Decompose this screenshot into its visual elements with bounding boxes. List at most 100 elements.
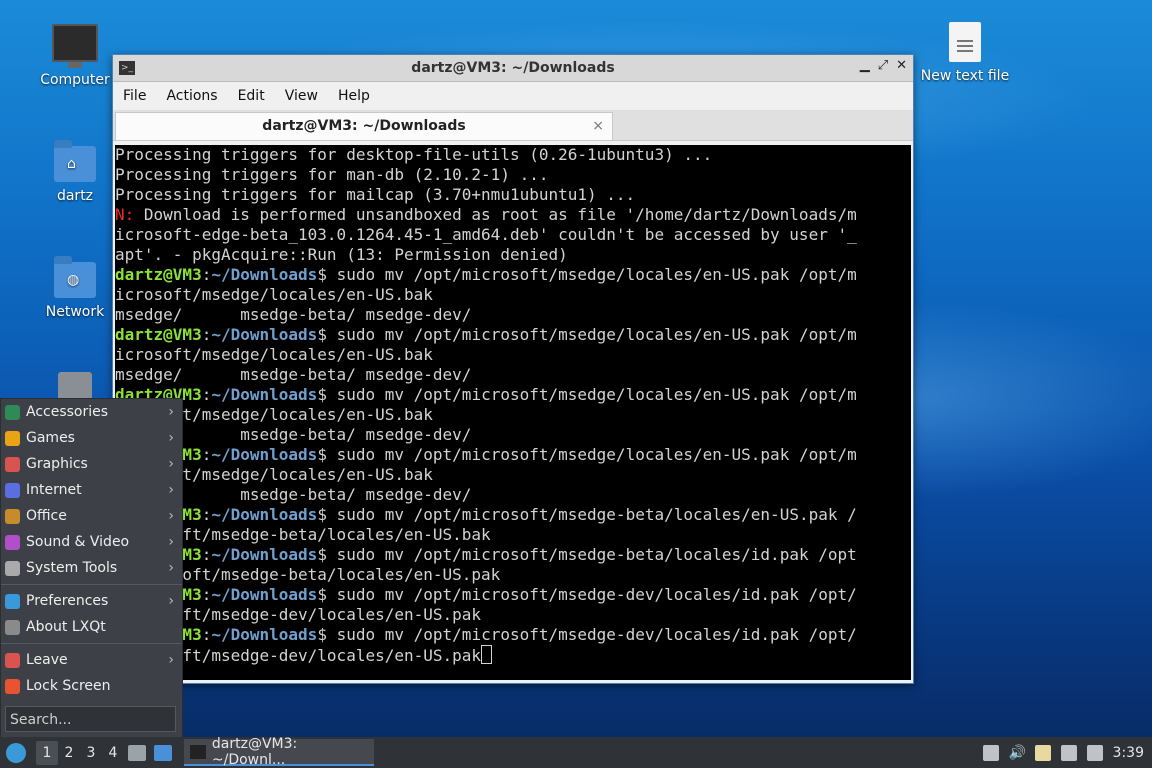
menu-item-graphics[interactable]: Graphics › bbox=[1, 451, 182, 477]
terminal-line: /microsoft/msedge-beta/locales/en-US.pak bbox=[115, 565, 911, 585]
terminal-text: ~/Downloads bbox=[211, 545, 318, 564]
terminal-text: $ sudo mv /opt/microsoft/msedge-dev/loca… bbox=[317, 585, 857, 604]
volume-icon[interactable]: 🔊 bbox=[1009, 745, 1026, 761]
terminal-line: Processing triggers for man-db (2.10.2-1… bbox=[115, 165, 911, 185]
terminal-tab[interactable]: dartz@VM3: ~/Downloads × bbox=[115, 112, 613, 140]
terminal-line: dartz@VM3:~/Downloads$ sudo mv /opt/micr… bbox=[115, 325, 911, 345]
terminal-text: : bbox=[201, 385, 212, 404]
terminal-text: ~/Downloads bbox=[211, 265, 318, 284]
terminal-text: Download is performed unsandboxed as roo… bbox=[134, 205, 857, 224]
clipboard-icon[interactable] bbox=[982, 744, 999, 761]
tab-bar: dartz@VM3: ~/Downloads × bbox=[113, 110, 913, 141]
terminal-window: >_ dartz@VM3: ~/Downloads ▁ ⤢ ✕ File Act… bbox=[112, 54, 914, 684]
terminal-text: : bbox=[201, 445, 212, 464]
desktop-icon-label: dartz bbox=[56, 188, 94, 204]
terminal-line: dartz@VM3:~/Downloads$ sudo mv /opt/micr… bbox=[115, 445, 911, 465]
menu-item-label: Preferences bbox=[26, 593, 109, 609]
menu-item-label: Games bbox=[26, 430, 75, 446]
office-icon bbox=[5, 508, 20, 524]
internet-icon bbox=[5, 482, 20, 498]
preferences-icon bbox=[5, 593, 20, 609]
terminal-text: Processing triggers for man-db (2.10.2-1… bbox=[115, 165, 549, 184]
menu-item-preferences[interactable]: Preferences › bbox=[1, 588, 182, 614]
menu-item-office[interactable]: Office › bbox=[1, 503, 182, 529]
menu-actions[interactable]: Actions bbox=[156, 88, 227, 104]
terminal-line: dartz@VM3:~/Downloads$ sudo mv /opt/micr… bbox=[115, 545, 911, 565]
desktop-icon-home-folder[interactable]: ⌂ dartz bbox=[30, 140, 120, 204]
menu-item-label: Sound & Video bbox=[26, 534, 130, 550]
terminal-text: ~/Downloads bbox=[211, 385, 318, 404]
text-cursor bbox=[481, 645, 493, 664]
taskbar: 1 2 3 4 dartz@VM3: ~/Downl... 🔊 3:39 bbox=[0, 736, 1152, 768]
menu-help[interactable]: Help bbox=[328, 88, 380, 104]
terminal-text: $ sudo mv /opt/microsoft/msedge/locales/… bbox=[317, 325, 857, 344]
submenu-arrow-icon: › bbox=[168, 508, 174, 524]
network-icon[interactable] bbox=[1060, 744, 1077, 761]
menu-item-system-tools[interactable]: System Tools › bbox=[1, 555, 182, 581]
submenu-arrow-icon: › bbox=[168, 560, 174, 576]
submenu-arrow-icon: › bbox=[168, 404, 174, 420]
desktop-icon-network[interactable]: ◍ Network bbox=[30, 256, 120, 320]
menubar: File Actions Edit View Help bbox=[113, 82, 913, 110]
terminal-text: ~/Downloads bbox=[211, 585, 318, 604]
tab-close-icon[interactable]: × bbox=[592, 113, 604, 140]
terminal-output[interactable]: Processing triggers for desktop-file-uti… bbox=[115, 145, 911, 680]
clock[interactable]: 3:39 bbox=[1113, 745, 1144, 761]
menu-item-about-lxqt[interactable]: About LXQt bbox=[1, 614, 182, 640]
menu-separator bbox=[1, 584, 182, 585]
notes-icon[interactable] bbox=[1034, 744, 1051, 761]
menu-item-accessories[interactable]: Accessories › bbox=[1, 399, 182, 425]
workspace-4[interactable]: 4 bbox=[102, 741, 124, 765]
menu-item-games[interactable]: Games › bbox=[1, 425, 182, 451]
file-manager-icon[interactable] bbox=[128, 744, 146, 761]
workspace-2[interactable]: 2 bbox=[58, 741, 80, 765]
graphics-icon bbox=[5, 456, 20, 472]
maximize-icon[interactable]: ⤢ bbox=[878, 58, 888, 73]
terminal-line: msedge/ msedge-beta/ msedge-dev/ bbox=[115, 425, 911, 445]
sound-video-icon bbox=[5, 534, 20, 550]
menu-search-input[interactable]: Search... bbox=[5, 706, 176, 732]
menu-item-label: About LXQt bbox=[26, 619, 106, 635]
terminal-text: N: bbox=[115, 205, 135, 224]
menu-item-lock-screen[interactable]: Lock Screen bbox=[1, 673, 182, 699]
menu-item-internet[interactable]: Internet › bbox=[1, 477, 182, 503]
terminal-text: $ sudo mv /opt/microsoft/msedge/locales/… bbox=[317, 385, 857, 404]
desktop-icon-computer[interactable]: Computer bbox=[30, 24, 120, 88]
terminal-text: msedge/ msedge-beta/ msedge-dev/ bbox=[115, 365, 472, 384]
menu-edit[interactable]: Edit bbox=[228, 88, 275, 104]
desktop-icon-new-text-file[interactable]: New text file bbox=[920, 22, 1010, 84]
text-file-icon bbox=[949, 22, 981, 62]
terminal-line: Processing triggers for mailcap (3.70+nm… bbox=[115, 185, 911, 205]
menu-item-label: Internet bbox=[26, 482, 82, 498]
menu-item-sound-video[interactable]: Sound & Video › bbox=[1, 529, 182, 555]
menu-item-leave[interactable]: Leave › bbox=[1, 647, 182, 673]
terminal-line: Processing triggers for desktop-file-uti… bbox=[115, 145, 911, 165]
menu-view[interactable]: View bbox=[275, 88, 328, 104]
terminal-text: icrosoft-edge-beta_103.0.1264.45-1_amd64… bbox=[115, 225, 857, 244]
terminal-line: icrosoft/msedge/locales/en-US.bak bbox=[115, 405, 911, 425]
terminal-line: dartz@VM3:~/Downloads$ sudo mv /opt/micr… bbox=[115, 385, 911, 405]
terminal-line: microsoft/msedge-dev/locales/en-US.pak bbox=[115, 645, 911, 665]
close-icon[interactable]: ✕ bbox=[896, 58, 907, 73]
menu-file[interactable]: File bbox=[113, 88, 156, 104]
minimize-icon[interactable]: ▁ bbox=[860, 58, 870, 73]
window-titlebar[interactable]: >_ dartz@VM3: ~/Downloads ▁ ⤢ ✕ bbox=[113, 55, 913, 82]
notification-icon[interactable] bbox=[1086, 744, 1103, 761]
network-folder-icon: ◍ bbox=[54, 256, 96, 298]
system-tools-icon bbox=[5, 560, 20, 576]
terminal-text: $ sudo mv /opt/microsoft/msedge/locales/… bbox=[317, 445, 857, 464]
desktop-icon-label: Network bbox=[45, 304, 105, 320]
terminal-text: : bbox=[201, 325, 212, 344]
submenu-arrow-icon: › bbox=[168, 456, 174, 472]
tab-label: dartz@VM3: ~/Downloads bbox=[262, 118, 466, 134]
show-desktop-icon[interactable] bbox=[154, 744, 172, 761]
taskbar-window-button[interactable]: dartz@VM3: ~/Downl... bbox=[184, 736, 374, 768]
terminal-text: Processing triggers for desktop-file-uti… bbox=[115, 145, 713, 164]
workspace-3[interactable]: 3 bbox=[80, 741, 102, 765]
start-menu-button[interactable] bbox=[6, 742, 26, 763]
workspace-1[interactable]: 1 bbox=[36, 740, 58, 765]
menu-item-label: Office bbox=[26, 508, 67, 524]
terminal-line: msedge/ msedge-beta/ msedge-dev/ bbox=[115, 365, 911, 385]
submenu-arrow-icon: › bbox=[168, 482, 174, 498]
terminal-line: icrosoft/msedge/locales/en-US.bak bbox=[115, 285, 911, 305]
